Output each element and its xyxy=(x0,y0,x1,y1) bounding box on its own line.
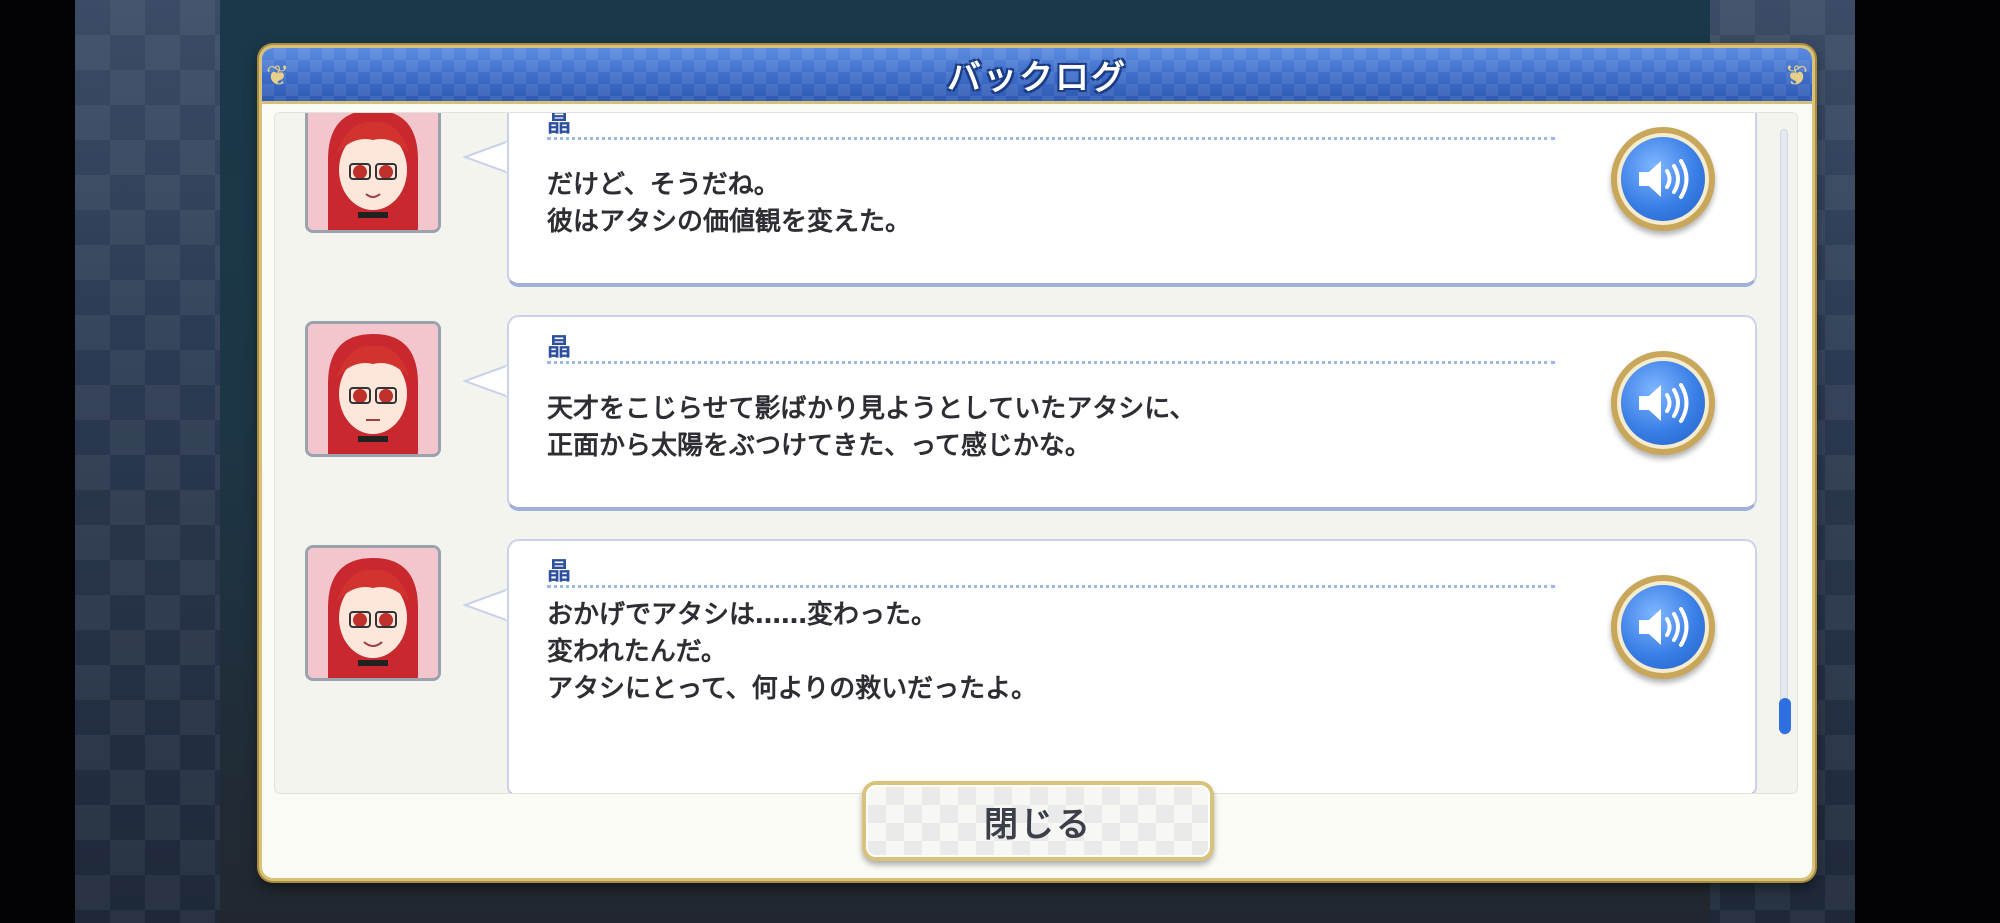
dialog-text: おかげでアタシは……変わった。 変われたんだ。 アタシにとって、何よりの救いだっ… xyxy=(547,600,1038,704)
close-button[interactable]: 閉じる xyxy=(862,781,1214,861)
log-entry: 晶 だけど、そうだね。 彼はアタシの価値観を変えた。 xyxy=(275,112,1757,289)
speaker-name: 晶 xyxy=(547,333,571,361)
avatar xyxy=(305,545,441,681)
backlog-list[interactable]: 晶 だけど、そうだね。 彼はアタシの価値観を変えた。 晶 天才をこじらせて影ばか… xyxy=(274,112,1798,794)
speech-tail xyxy=(463,587,509,623)
speech-bubble: 晶 だけど、そうだね。 彼はアタシの価値観を変えた。 xyxy=(507,112,1757,287)
voice-replay-button[interactable] xyxy=(1611,351,1715,455)
divider xyxy=(547,585,1555,588)
avatar xyxy=(305,321,441,457)
speech-tail xyxy=(463,139,509,175)
character-portrait xyxy=(308,324,438,454)
ornament-icon: ❦ xyxy=(266,59,290,92)
log-entry: 晶 天才をこじらせて影ばかり見ようとしていたアタシに、 正面から太陽をぶつけてき… xyxy=(275,313,1757,513)
speech-tail xyxy=(463,363,509,399)
character-portrait xyxy=(308,113,438,230)
speaker-icon xyxy=(1639,159,1689,199)
dialog-title-bar: ❦ バックログ ❦ xyxy=(262,48,1812,104)
dialog-title: バックログ xyxy=(947,58,1127,98)
speaker-icon xyxy=(1639,383,1689,423)
letterbox-right xyxy=(1855,0,2000,923)
avatar xyxy=(305,113,441,233)
scrollbar[interactable] xyxy=(1779,129,1791,735)
speaker-name: 晶 xyxy=(547,112,571,137)
speaker-icon xyxy=(1639,607,1689,647)
divider xyxy=(547,137,1555,140)
dialog-text: 天才をこじらせて影ばかり見ようとしていたアタシに、 正面から太陽をぶつけてきた、… xyxy=(547,394,1196,461)
character-portrait xyxy=(308,548,438,678)
backlog-dialog: ❦ バックログ ❦ 晶 だけど、そうだね。 彼はアタシの価値観を変えた。 晶 天… xyxy=(259,45,1815,881)
divider xyxy=(547,361,1555,364)
letterbox-left xyxy=(0,0,75,923)
speech-bubble: 晶 天才をこじらせて影ばかり見ようとしていたアタシに、 正面から太陽をぶつけてき… xyxy=(507,315,1757,511)
speaker-name: 晶 xyxy=(547,557,571,585)
log-entry: 晶 おかげでアタシは……変わった。 変われたんだ。 アタシにとって、何よりの救い… xyxy=(275,537,1757,793)
dialog-text: だけど、そうだね。 彼はアタシの価値観を変えた。 xyxy=(547,170,912,237)
scrollbar-thumb[interactable] xyxy=(1779,698,1791,734)
ornament-icon: ❦ xyxy=(1784,59,1808,92)
close-button-label: 閉じる xyxy=(866,785,1210,857)
voice-replay-button[interactable] xyxy=(1611,127,1715,231)
speech-bubble: 晶 おかげでアタシは……変わった。 変われたんだ。 アタシにとって、何よりの救い… xyxy=(507,539,1757,793)
voice-replay-button[interactable] xyxy=(1611,575,1715,679)
